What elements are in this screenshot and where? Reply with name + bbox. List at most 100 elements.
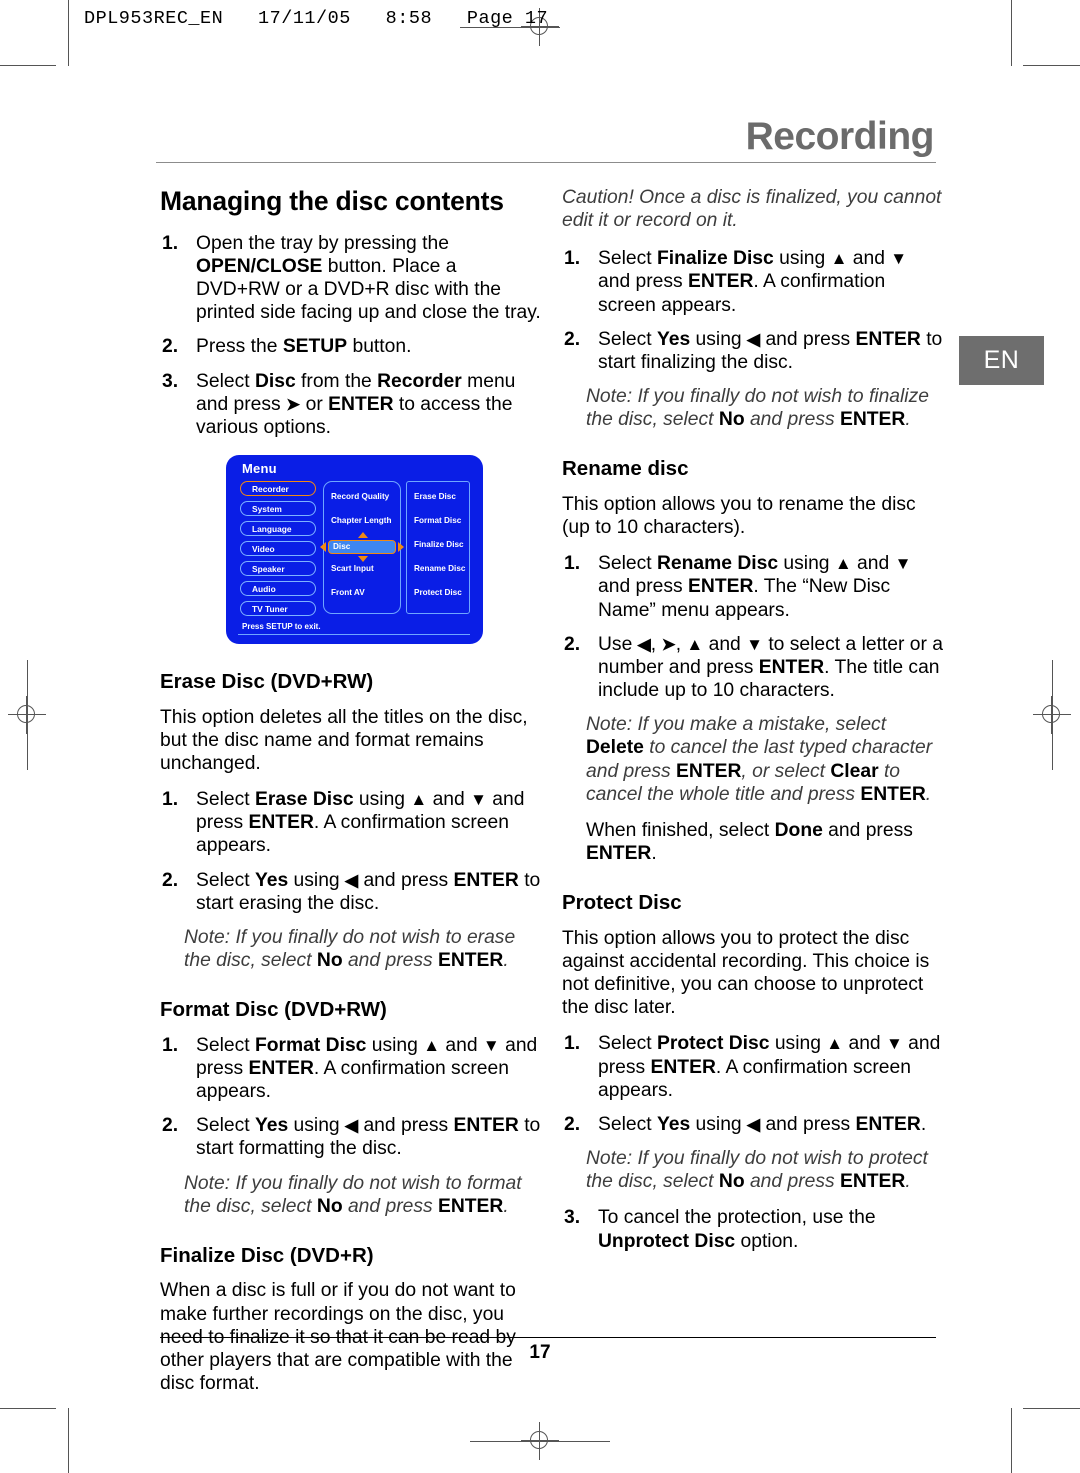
finalize-disc-step-list: 1. Select Finalize Disc using ▲ and ▼ and…: [562, 247, 943, 374]
rename-disc-finished-text: When finished, select Done and press ENT…: [586, 819, 913, 865]
subsection-title-protect-disc: Protect Disc: [562, 891, 682, 915]
page-title: Recording: [745, 115, 935, 158]
osd-option-scart-input[interactable]: Scart Input: [331, 564, 374, 574]
list-item: 2. Select Yes using ◀ and press ENTER to …: [160, 869, 541, 915]
crop-mark-bottom-left-vertical: [68, 1408, 69, 1473]
list-item-text: Select Protect Disc using ▲ and ▼ and pr…: [598, 1033, 941, 1101]
crop-mark-top-right-horizontal: [1023, 65, 1080, 66]
osd-option-disc[interactable]: Disc: [328, 540, 396, 555]
osd-footer-divider: [238, 634, 470, 636]
registration-mark-right: [1033, 696, 1071, 734]
section-title-managing: Managing the disc contents: [160, 186, 504, 216]
list-item-number: 1.: [162, 789, 179, 811]
list-item: 2. Select Yes using ◀ and press ENTER.: [562, 1113, 943, 1136]
osd-category-video[interactable]: Video: [240, 541, 316, 557]
osd-footer-hint: Press SETUP to exit.: [242, 622, 321, 632]
rename-disc-body: This option allows you to rename the dis…: [562, 494, 916, 539]
list-item-text: Select Erase Disc using ▲ and ▼ and pres…: [196, 789, 525, 857]
format-disc-note: Note: If you finally do not wish to form…: [184, 1172, 522, 1217]
right-column: Caution! Once a disc is finalized, you c…: [562, 186, 943, 1264]
protect-disc-step-list: 1. Select Protect Disc using ▲ and ▼ and …: [562, 1032, 943, 1136]
list-item: 1. Select Finalize Disc using ▲ and ▼ and…: [562, 247, 943, 316]
header-divider: [156, 162, 936, 163]
list-item-text: Select Format Disc using ▲ and ▼ and pre…: [196, 1034, 538, 1103]
list-item-text: Select Yes using ◀ and press ENTER to st…: [196, 869, 541, 914]
list-item-text: Use ◀, ➤, ▲ and ▼ to select a letter or …: [598, 633, 944, 702]
list-item: 3. To cancel the protection, use the Unpr…: [562, 1206, 943, 1252]
erase-disc-step-list: 1. Select Erase Disc using ▲ and ▼ and pr…: [160, 788, 541, 915]
subsection-title-format-disc: Format Disc (DVD+RW): [160, 998, 387, 1022]
format-disc-step-list: 1. Select Format Disc using ▲ and ▼ and p…: [160, 1034, 541, 1161]
page-number: 17: [529, 1342, 551, 1363]
crop-mark-bottom-left-horizontal: [0, 1408, 56, 1409]
language-tab: EN: [959, 336, 1044, 385]
list-item-number: 1.: [162, 1034, 179, 1056]
osd-option-chapter-length[interactable]: Chapter Length: [331, 516, 392, 526]
rename-disc-note: Note: If you make a mistake, select Dele…: [586, 714, 933, 805]
left-arrow-icon: [320, 542, 326, 553]
list-item-text: Open the tray by pressing the OPEN/CLOSE…: [196, 232, 541, 324]
erase-disc-body: This option deletes all the titles on th…: [160, 706, 528, 774]
osd-suboption-erase-disc[interactable]: Erase Disc: [414, 492, 456, 502]
erase-disc-note: Note: If you finally do not wish to eras…: [184, 926, 516, 972]
list-item-text: Select Finalize Disc using ▲ and ▼ and p…: [598, 248, 908, 316]
osd-suboptions-panel: Erase Disc Format Disc Finalize Disc Rename…: [406, 481, 470, 615]
list-item-text: Select Rename Disc using ▲ and ▼ and pre…: [598, 553, 912, 621]
osd-suboption-rename-disc[interactable]: Rename Disc: [414, 564, 465, 574]
up-arrow-icon: [358, 532, 368, 539]
list-item: 2. Use ◀, ➤, ▲ and ▼ to select a letter o…: [562, 633, 943, 702]
osd-option-record-quality[interactable]: Record Quality: [331, 492, 389, 502]
list-item-number: 3.: [162, 370, 179, 392]
list-item: 2. Press the SETUP button.: [160, 335, 541, 358]
crop-mark-bottom-right-horizontal: [1023, 1408, 1080, 1409]
rename-disc-step-list: 1. Select Rename Disc using ▲ and ▼ and p…: [562, 552, 943, 702]
print-slug: DPL953REC_EN 17/11/05 8:58 Page 17: [84, 8, 549, 29]
list-item-text: Press the SETUP button.: [196, 336, 412, 358]
osd-suboption-protect-disc[interactable]: Protect Disc: [414, 588, 462, 598]
protect-disc-step-three: 3. To cancel the protection, use the Unpr…: [562, 1206, 943, 1252]
finalize-disc-note: Note: If you finally do not wish to fina…: [586, 386, 929, 431]
osd-option-front-av[interactable]: Front AV: [331, 588, 365, 598]
osd-suboption-finalize-disc[interactable]: Finalize Disc: [414, 540, 464, 550]
list-item: 1. Select Erase Disc using ▲ and ▼ and pr…: [160, 788, 541, 857]
subsection-title-rename-disc: Rename disc: [562, 457, 689, 481]
osd-category-speaker[interactable]: Speaker: [240, 561, 316, 577]
osd-menu-screenshot: Menu Recorder System Language Video Speaker A…: [226, 455, 483, 645]
registration-mark-left: [8, 696, 46, 734]
list-item-number: 2.: [564, 633, 581, 655]
right-arrow-icon: [398, 542, 404, 553]
list-item-number: 3.: [564, 1207, 581, 1229]
osd-category-tv-tuner[interactable]: TV Tuner: [240, 601, 316, 617]
list-item-text: Select Yes using ◀ and press ENTER to st…: [196, 1115, 541, 1160]
list-item-number: 2.: [564, 1113, 581, 1135]
protect-disc-body: This option allows you to protect the di…: [562, 927, 930, 1019]
list-item: 1. Select Rename Disc using ▲ and ▼ and p…: [562, 552, 943, 621]
list-item: 1. Select Format Disc using ▲ and ▼ and p…: [160, 1034, 541, 1103]
crop-mark-top-right-vertical: [1011, 0, 1012, 66]
osd-menu-title: Menu: [242, 461, 277, 477]
crop-mark-top-left-vertical: [68, 0, 69, 66]
list-item-number: 1.: [564, 553, 581, 575]
footer-divider: [160, 1337, 936, 1338]
list-item: 2. Select Yes using ◀ and press ENTER to …: [160, 1114, 541, 1160]
list-item: 1. Open the tray by pressing the OPEN/CLO…: [160, 232, 541, 325]
list-item-number: 1.: [564, 1033, 581, 1055]
intro-step-list: 1. Open the tray by pressing the OPEN/CLO…: [160, 232, 541, 439]
osd-category-system[interactable]: System: [240, 501, 316, 517]
list-item-number: 2.: [162, 336, 179, 358]
osd-options-panel: Record Quality Chapter Length Disc Scart In…: [320, 481, 404, 615]
osd-category-audio[interactable]: Audio: [240, 581, 316, 597]
list-item-number: 1.: [564, 248, 581, 270]
left-column: Managing the disc contents 1. Open the tr…: [160, 186, 541, 1408]
list-item: 2. Select Yes using ◀ and press ENTER to …: [562, 328, 943, 374]
osd-category-list: Recorder System Language Video Speaker Audio T…: [240, 481, 316, 621]
list-item: 1. Select Protect Disc using ▲ and ▼ and …: [562, 1032, 943, 1101]
list-item-number: 2.: [564, 328, 581, 350]
list-item-text: Select Yes using ◀ and press ENTER.: [598, 1113, 927, 1135]
list-item-number: 2.: [162, 869, 179, 891]
osd-suboption-format-disc[interactable]: Format Disc: [414, 516, 461, 526]
osd-category-recorder[interactable]: Recorder: [240, 481, 316, 497]
list-item-text: Select Disc from the Recorder menu and p…: [196, 370, 516, 438]
osd-category-language[interactable]: Language: [240, 521, 316, 537]
list-item-text: To cancel the protection, use the Unprot…: [598, 1207, 876, 1252]
